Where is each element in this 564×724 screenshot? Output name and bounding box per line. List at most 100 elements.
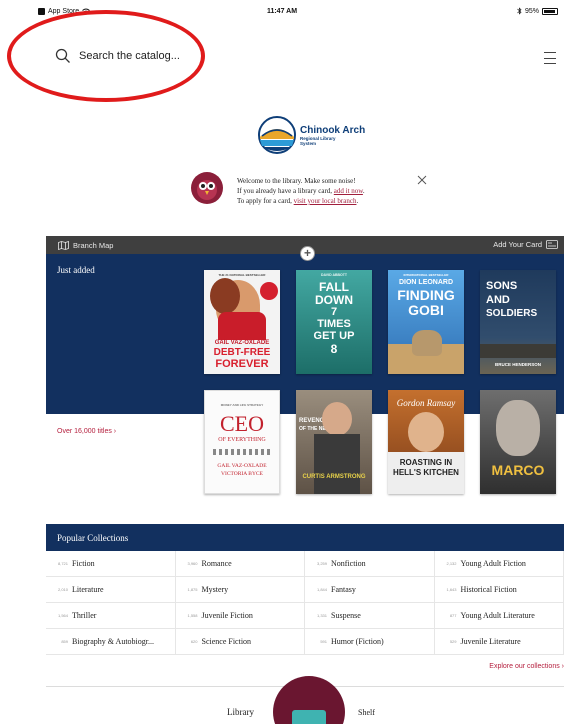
- book-title-5: GET UP: [313, 330, 355, 342]
- book-cover-sons-and-soldiers[interactable]: SONS AND SOLDIERS BRUCE HENDERSON: [480, 270, 556, 374]
- book-author: DION LEONARD: [398, 279, 454, 286]
- book-author: DAVID ABBOTT: [320, 273, 348, 277]
- collection-count: 3,960: [187, 561, 198, 566]
- book-author-2: VICTORIA BYCE: [221, 471, 263, 477]
- book-cover-revenge-of-the-nerd[interactable]: REVENGE OF THE NERD CURTIS ARMSTRONG: [296, 390, 372, 494]
- collection-label: Historical Fiction: [460, 585, 517, 594]
- book-title-6: 8: [330, 342, 338, 356]
- search-bar[interactable]: Search the catalog...: [55, 48, 180, 64]
- visit-branch-link[interactable]: visit your local branch: [294, 197, 357, 205]
- collection-label: Fantasy: [331, 585, 356, 594]
- dog-illustration: [412, 330, 442, 356]
- branch-map-label: Branch Map: [73, 241, 114, 250]
- collection-count: 1,331: [316, 613, 327, 618]
- collection-item[interactable]: 1,844 Fantasy: [305, 577, 435, 603]
- battery-fill: [544, 9, 556, 13]
- book-cover-debt-free-forever[interactable]: THE #1 NATIONAL BESTSELLER GAIL VAZ-OXLA…: [204, 270, 280, 374]
- collection-item[interactable]: 1,331 Suspense: [305, 603, 435, 629]
- collection-count: 8,721: [57, 561, 68, 566]
- collection-count: 3,259: [316, 561, 327, 566]
- collection-count: 1,564: [57, 613, 68, 618]
- status-bar: App Store 11:47 AM 95%: [0, 0, 564, 22]
- collection-label: Nonfiction: [331, 559, 366, 568]
- welcome-line3-end: .: [356, 197, 359, 205]
- book-cover-fall-down-7-times[interactable]: DAVID ABBOTT FALL DOWN 7 TIMES GET UP 8: [296, 270, 372, 374]
- book-title-3: SOLDIERS: [486, 308, 538, 319]
- collection-count: 1,875: [187, 587, 198, 592]
- book-author: Gordon Ramsay: [396, 398, 456, 408]
- collection-item[interactable]: 1,875 Mystery: [175, 577, 305, 603]
- add-card-link[interactable]: add it now: [334, 187, 363, 195]
- book-title-2: DOWN: [315, 293, 353, 307]
- just-added-title: Just added: [57, 265, 95, 275]
- logo-name: Chinook Arch: [300, 124, 366, 136]
- collection-label: Fiction: [72, 559, 95, 568]
- book-title: SONS: [486, 280, 518, 292]
- collection-item[interactable]: 1,643 Historical Fiction: [434, 577, 564, 603]
- welcome-line1: Welcome to the library. Make some noise!: [237, 177, 356, 185]
- book-author: BRUCE HENDERSON: [494, 362, 541, 367]
- nav-library-tab[interactable]: Library: [227, 707, 254, 717]
- menu-button[interactable]: [544, 52, 556, 64]
- status-right: 95%: [517, 7, 558, 15]
- popular-collections-header: Popular Collections: [46, 524, 564, 551]
- collection-count: 1,558: [187, 613, 198, 618]
- collection-count: 1,643: [446, 587, 457, 592]
- bluetooth-icon: [517, 7, 522, 15]
- logo-sub2: System: [300, 140, 317, 146]
- collection-item[interactable]: 8,721 Fiction: [46, 551, 176, 577]
- search-icon: [55, 48, 70, 63]
- owl-menu-button[interactable]: [273, 676, 345, 724]
- collection-label: Biography & Autobiogr...: [72, 637, 154, 646]
- collection-item[interactable]: 859 Biography & Autobiogr...: [46, 629, 176, 655]
- add-card-button[interactable]: Add Your Card: [493, 240, 558, 249]
- welcome-line3: To apply for a card, visit your local br…: [237, 196, 365, 206]
- author-photo: [322, 402, 352, 436]
- library-logo[interactable]: Chinook Arch Regional Library System: [257, 115, 365, 155]
- battery-icon: [542, 7, 558, 15]
- book-cover-ceo-of-everything[interactable]: MONEY AND LIFE STRATEGY CEO OF EVERYTHIN…: [204, 390, 280, 494]
- collection-item[interactable]: 1,564 Thriller: [46, 603, 176, 629]
- collection-item[interactable]: 3,259 Nonfiction: [305, 551, 435, 577]
- collection-count: 620: [190, 639, 198, 644]
- popular-collections-grid: 8,721 Fiction 3,960 Romance 3,259 Nonfictio…: [46, 551, 564, 655]
- nav-shelf-tab[interactable]: Shelf: [358, 708, 375, 717]
- collection-item[interactable]: 529 Juvenile Literature: [434, 629, 564, 655]
- search-input[interactable]: Search the catalog...: [79, 50, 180, 62]
- menu-line: [544, 57, 556, 59]
- book-tag: MONEY AND LIFE STRATEGY: [220, 403, 264, 407]
- collection-item[interactable]: 620 Science Fiction: [175, 629, 305, 655]
- book-tag: THE #1 NATIONAL BESTSELLER: [218, 273, 266, 277]
- collection-item[interactable]: 2,132 Young Adult Fiction: [434, 551, 564, 577]
- book-cover-finding-gobi[interactable]: INTERNATIONAL BESTSELLER DION LEONARD FI…: [388, 270, 464, 374]
- author-photo: [408, 412, 444, 452]
- collection-label: Literature: [72, 585, 104, 594]
- collection-item[interactable]: 591 Humor (Fiction): [305, 629, 435, 655]
- add-card-label: Add Your Card: [493, 240, 542, 249]
- collection-count: 2,010: [57, 587, 68, 592]
- book-title: FALL: [319, 280, 349, 294]
- close-icon[interactable]: [417, 175, 427, 185]
- book-title-2: FOREVER: [215, 358, 269, 370]
- welcome-line2-text: If you already have a library card,: [237, 187, 334, 195]
- welcome-line2-end: .: [362, 187, 365, 195]
- collection-item[interactable]: 2,010 Literature: [46, 577, 176, 603]
- collection-item[interactable]: 1,558 Juvenile Fiction: [175, 603, 305, 629]
- over-titles-link[interactable]: Over 16,000 titles ›: [57, 428, 116, 435]
- collection-label: Romance: [201, 559, 232, 568]
- add-button[interactable]: +: [300, 246, 315, 261]
- branch-map-button[interactable]: Branch Map: [58, 241, 113, 250]
- chinook-arch-logo-icon: [258, 116, 296, 154]
- soldiers-silhouette: [480, 344, 556, 358]
- popular-collections-title: Popular Collections: [57, 533, 129, 543]
- icon-row: [213, 449, 273, 455]
- book-cover-roasting-in-hells-kitchen[interactable]: Gordon Ramsay ROASTING IN HELL'S KITCHEN: [388, 390, 464, 494]
- book-title: ROASTING IN: [399, 458, 453, 467]
- book-cover-marco[interactable]: MARCO: [480, 390, 556, 494]
- collection-label: Suspense: [331, 611, 361, 620]
- author-hair: [210, 278, 240, 314]
- collection-item[interactable]: 3,960 Romance: [175, 551, 305, 577]
- explore-collections-link[interactable]: Explore our collections ›: [489, 663, 564, 670]
- book-title: CEO: [220, 411, 264, 436]
- collection-item[interactable]: 877 Young Adult Literature: [434, 603, 564, 629]
